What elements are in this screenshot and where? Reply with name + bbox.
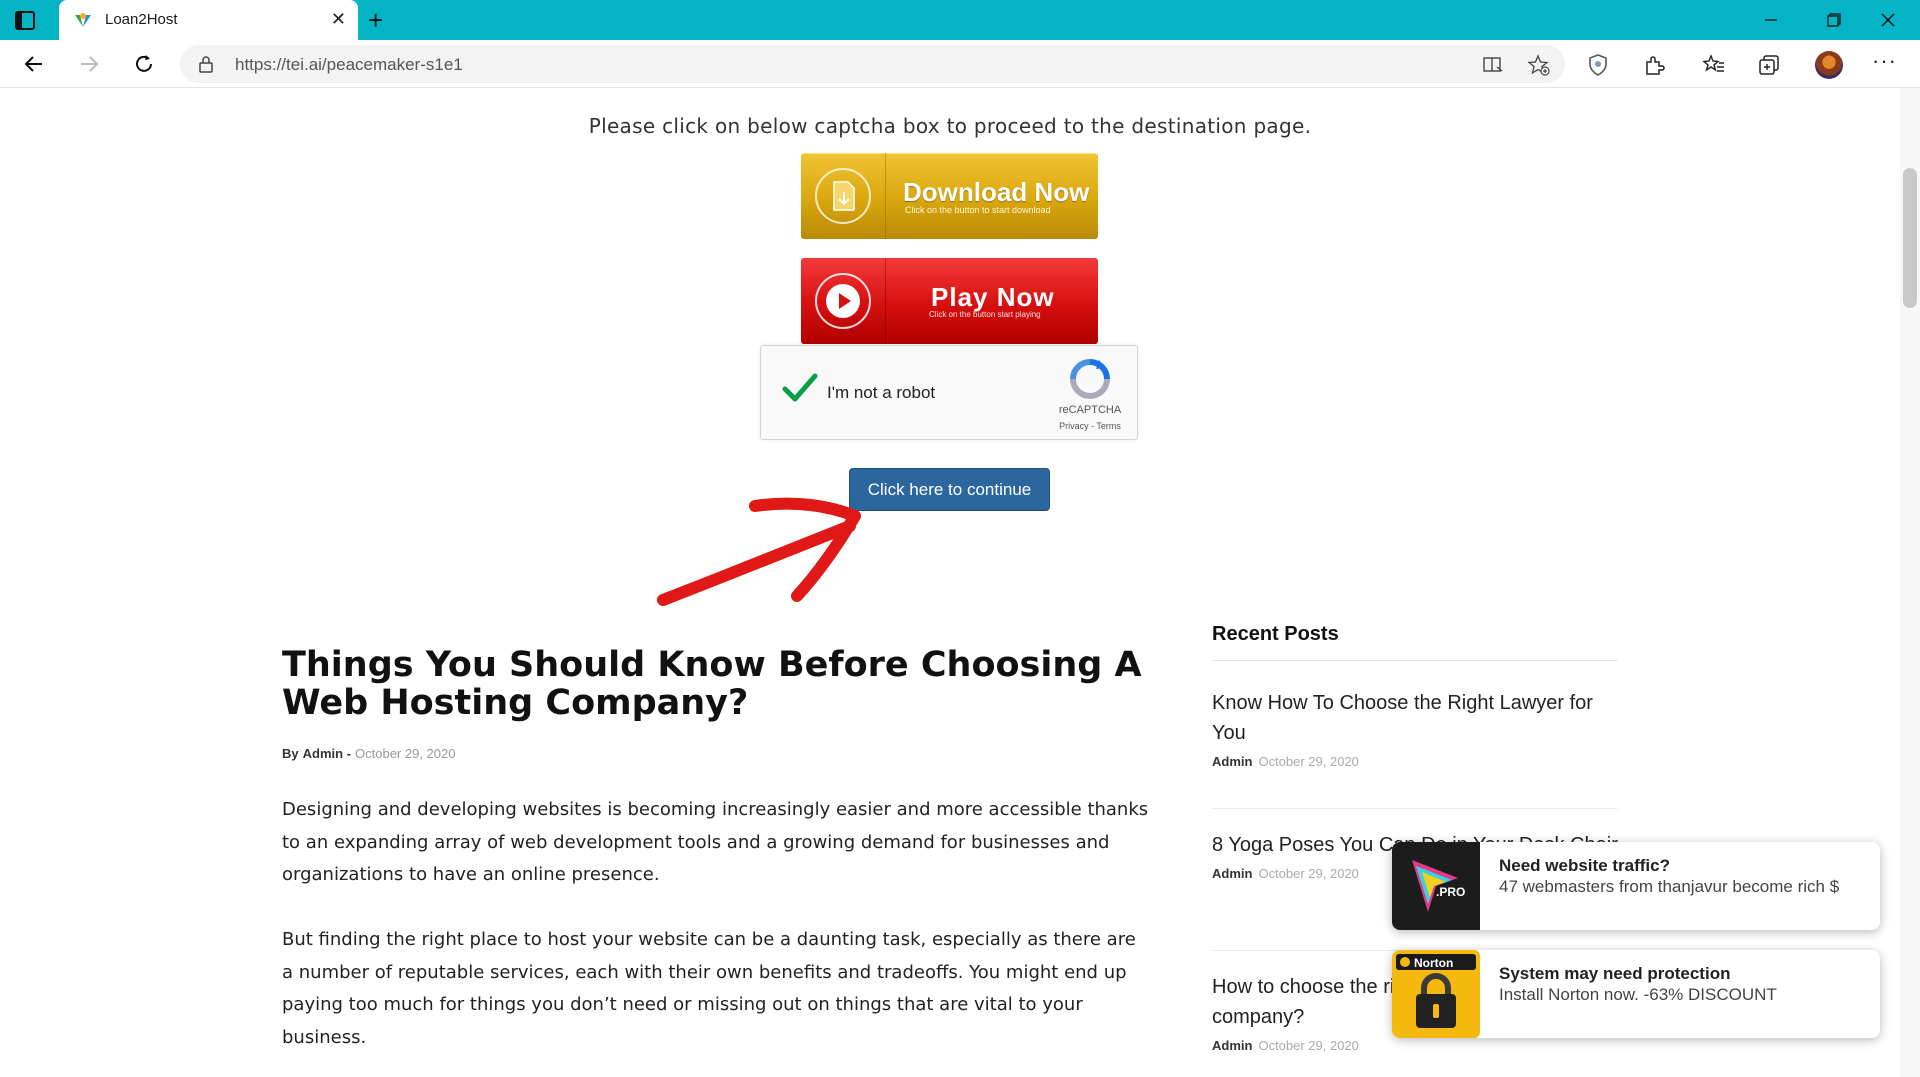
- notification-title: Need website traffic?: [1499, 856, 1670, 875]
- active-tab[interactable]: Loan2Host ✕: [59, 0, 358, 40]
- download-now-title: Download Now: [903, 177, 1090, 207]
- close-window-icon[interactable]: [1873, 8, 1903, 32]
- recent-post-author[interactable]: Admin: [1212, 866, 1252, 881]
- post-divider: [1212, 808, 1618, 809]
- norton-notification[interactable]: Norton System may need protection Instal…: [1392, 950, 1880, 1038]
- heading-divider: [1212, 660, 1618, 661]
- article-title[interactable]: Things You Should Know Before Choosing A…: [282, 646, 1182, 722]
- forward-icon[interactable]: [75, 50, 103, 78]
- refresh-icon[interactable]: [130, 50, 158, 78]
- shield-icon[interactable]: [1586, 53, 1610, 77]
- recent-post-date: October 29, 2020: [1258, 754, 1359, 769]
- favicon-icon: [75, 13, 91, 27]
- pro-badge-text: .PRO: [1436, 885, 1465, 899]
- red-arrow-icon: [657, 497, 861, 606]
- download-now-button[interactable]: Download Now Click on the button to star…: [801, 153, 1098, 239]
- pro-badge-icon: .PRO: [1392, 842, 1480, 930]
- tab-title: Loan2Host: [105, 11, 178, 28]
- recaptcha-label: I'm not a robot: [827, 383, 936, 402]
- recent-post-author[interactable]: Admin: [1212, 754, 1252, 769]
- notification-body: Install Norton now. -63% DISCOUNT: [1499, 985, 1777, 1004]
- checkmark-icon[interactable]: [781, 372, 819, 404]
- norton-lock-icon: Norton: [1392, 950, 1480, 1038]
- recent-post-meta: Admin October 29, 2020: [1212, 754, 1618, 769]
- play-now-button[interactable]: Play Now Click on the button start playi…: [801, 258, 1098, 344]
- recaptcha-logo-icon: [1070, 359, 1110, 399]
- tab-actions-icon[interactable]: [14, 10, 44, 32]
- collections-icon[interactable]: [1757, 53, 1781, 77]
- download-circle: [815, 168, 871, 224]
- clipped-text-line: [486, 88, 1186, 90]
- more-icon[interactable]: ···: [1872, 48, 1897, 74]
- byline-author[interactable]: Admin -: [303, 746, 351, 761]
- continue-button[interactable]: Click here to continue: [849, 468, 1050, 511]
- address-bar[interactable]: https://tei.ai/peacemaker-s1e1: [180, 45, 1565, 83]
- back-icon[interactable]: [20, 50, 48, 78]
- notification-title: System may need protection: [1499, 964, 1731, 983]
- button-divider: [885, 258, 886, 344]
- play-now-subtitle: Click on the button start playing: [929, 310, 1041, 319]
- close-tab-icon[interactable]: ✕: [331, 9, 346, 29]
- article-paragraph: Designing and developing websites is bec…: [282, 799, 1149, 885]
- recent-post-item: Know How To Choose the Right Lawyer for …: [1212, 688, 1618, 769]
- play-icon: [826, 284, 860, 318]
- url-text[interactable]: https://tei.ai/peacemaker-s1e1: [235, 55, 463, 75]
- recent-post-title[interactable]: Know How To Choose the Right Lawyer for …: [1212, 688, 1618, 748]
- recent-post-author[interactable]: Admin: [1212, 1038, 1252, 1053]
- recaptcha-terms-link[interactable]: Privacy - Terms: [1045, 421, 1135, 431]
- captcha-instruction: Please click on below captcha box to pro…: [588, 114, 1312, 138]
- scrollbar-thumb[interactable]: [1903, 168, 1917, 308]
- tab-bar: Loan2Host ✕ +: [0, 0, 1920, 40]
- recent-post-meta: Admin October 29, 2020: [1212, 1038, 1618, 1053]
- play-circle: [815, 273, 871, 329]
- recent-posts-heading: Recent Posts: [1212, 623, 1339, 645]
- play-now-title: Play Now: [931, 282, 1055, 312]
- recaptcha-brand: reCAPTCHA: [1058, 404, 1122, 416]
- article-paragraph: But finding the right place to host your…: [282, 929, 1136, 1048]
- add-favorite-icon[interactable]: [1528, 54, 1550, 76]
- extensions-icon[interactable]: [1642, 53, 1666, 77]
- notification-body: 47 webmasters from thanjavur become rich…: [1499, 877, 1840, 896]
- document-download-icon: [833, 181, 855, 211]
- download-now-subtitle: Click on the button to start download: [905, 205, 1051, 215]
- traffic-notification[interactable]: .PRO Need website traffic? 47 webmasters…: [1392, 842, 1880, 930]
- recent-post-date: October 29, 2020: [1258, 1038, 1359, 1053]
- recaptcha-widget: I'm not a robot reCAPTCHA Privacy - Term…: [760, 345, 1138, 440]
- new-tab-icon[interactable]: +: [368, 6, 383, 34]
- reader-view-icon[interactable]: [1482, 54, 1504, 76]
- maximize-icon[interactable]: [1818, 8, 1848, 32]
- browser-toolbar: https://tei.ai/peacemaker-s1e1 ···: [0, 40, 1920, 88]
- byline-by: By: [282, 746, 299, 761]
- favorites-icon[interactable]: [1702, 53, 1726, 77]
- lock-icon[interactable]: [198, 55, 214, 73]
- web-page: Please click on below captcha box to pro…: [0, 88, 1900, 1077]
- minimize-icon[interactable]: [1756, 8, 1786, 32]
- recent-post-date: October 29, 2020: [1258, 866, 1359, 881]
- norton-badge-text: Norton: [1414, 956, 1453, 970]
- button-divider: [885, 153, 886, 239]
- profile-avatar[interactable]: [1815, 51, 1843, 79]
- article-byline: By Admin - October 29, 2020: [282, 746, 455, 761]
- byline-date: October 29, 2020: [355, 746, 456, 761]
